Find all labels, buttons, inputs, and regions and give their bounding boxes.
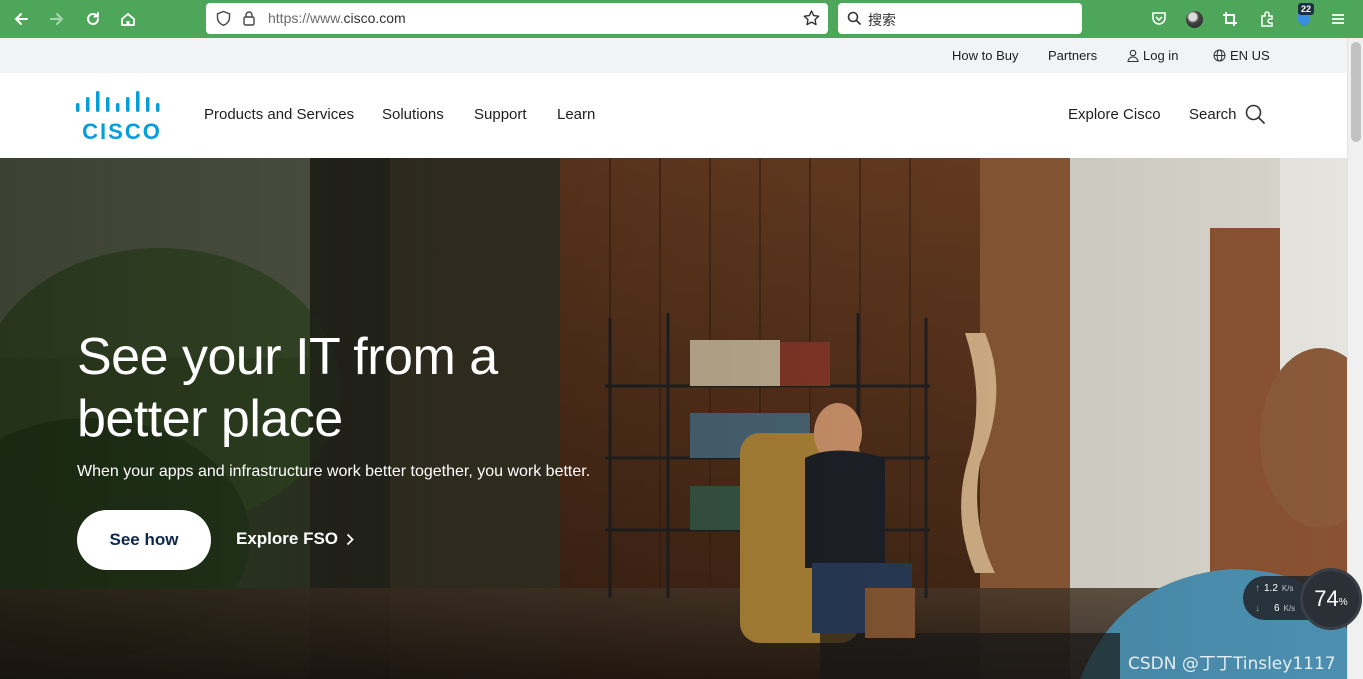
- address-bar[interactable]: https://www.cisco.com: [206, 3, 828, 34]
- reload-icon: [87, 12, 99, 25]
- download-arrow-icon: ↓: [1255, 603, 1260, 614]
- pocket-icon[interactable]: [1149, 9, 1169, 29]
- scroll-thumb[interactable]: [1351, 42, 1361, 142]
- logo-wordmark: CISCO: [82, 119, 162, 141]
- upload-value: 1.2: [1264, 583, 1278, 594]
- browser-search-box[interactable]: 搜索: [838, 3, 1082, 34]
- home-button[interactable]: [115, 6, 141, 32]
- upload-speed: ↑ 1.2 K/s: [1255, 583, 1293, 594]
- reload-button[interactable]: [80, 6, 106, 32]
- upload-unit: K/s: [1281, 584, 1294, 593]
- language-label: EN US: [1230, 48, 1270, 63]
- extension-badge: 22: [1298, 3, 1315, 15]
- nav-support[interactable]: Support: [474, 106, 527, 123]
- search-placeholder: 搜索: [868, 13, 896, 29]
- language-selector[interactable]: EN US: [1213, 48, 1270, 63]
- main-navigation: CISCO Products and Services Solutions Su…: [0, 73, 1347, 158]
- menu-icon[interactable]: [1328, 9, 1348, 29]
- search-icon: [847, 11, 862, 26]
- hero-title: See your IT from a better place: [77, 328, 498, 448]
- bookmark-star-icon[interactable]: [802, 9, 821, 28]
- crop-icon[interactable]: [1220, 9, 1240, 29]
- explore-cisco-link[interactable]: Explore Cisco: [1068, 106, 1161, 123]
- home-icon: [121, 13, 135, 26]
- upload-arrow-icon: ↑: [1255, 583, 1260, 594]
- download-value: 6: [1274, 603, 1280, 614]
- cisco-logo[interactable]: CISCO: [75, 89, 175, 144]
- download-speed: ↓ 6 K/s: [1255, 603, 1295, 614]
- globe-icon: [1213, 49, 1226, 62]
- forward-button[interactable]: [44, 6, 70, 32]
- url-domain: cisco.com: [343, 10, 406, 26]
- browser-toolbar: https://www.cisco.com 搜索 22: [0, 0, 1363, 38]
- nav-solutions[interactable]: Solutions: [382, 106, 444, 123]
- explore-fso-link[interactable]: Explore FSO: [236, 529, 354, 549]
- site-search-button[interactable]: Search: [1189, 104, 1266, 125]
- download-unit: K/s: [1283, 604, 1296, 613]
- avatar[interactable]: [1184, 9, 1204, 29]
- watermark: CSDN @丁丁Tinsley1117: [1128, 654, 1336, 674]
- utility-bar: How to Buy Partners Log in EN US: [0, 38, 1347, 73]
- gauge-value: 74: [1314, 586, 1339, 611]
- gauge-unit: %: [1338, 596, 1348, 608]
- extensions-puzzle-icon[interactable]: [1257, 9, 1277, 29]
- shield-icon: [216, 10, 231, 27]
- nav-learn[interactable]: Learn: [557, 106, 595, 123]
- url-text[interactable]: https://www.cisco.com: [268, 10, 406, 26]
- back-arrow-icon: [14, 13, 28, 25]
- nav-products-services[interactable]: Products and Services: [204, 106, 354, 123]
- search-label: Search: [1189, 106, 1237, 123]
- cisco-bridge-icon: CISCO: [76, 91, 162, 144]
- back-button[interactable]: [8, 6, 34, 32]
- partners-link[interactable]: Partners: [1048, 48, 1097, 63]
- chevron-right-icon: [346, 533, 354, 545]
- forward-arrow-icon: [50, 13, 64, 25]
- login-link[interactable]: Log in: [1127, 48, 1178, 63]
- login-label: Log in: [1143, 48, 1179, 63]
- url-prefix: https://www.: [268, 10, 344, 26]
- see-how-button[interactable]: See how: [77, 510, 211, 570]
- how-to-buy-link[interactable]: How to Buy: [952, 48, 1018, 63]
- user-icon: [1127, 49, 1139, 62]
- memory-gauge[interactable]: 74%: [1300, 568, 1362, 630]
- lock-icon: [243, 11, 255, 26]
- explore-fso-label: Explore FSO: [236, 529, 339, 548]
- search-icon: [1245, 104, 1265, 125]
- hero-section: See your IT from a better place When you…: [0, 158, 1347, 679]
- hero-subtitle: When your apps and infrastructure work b…: [77, 463, 591, 480]
